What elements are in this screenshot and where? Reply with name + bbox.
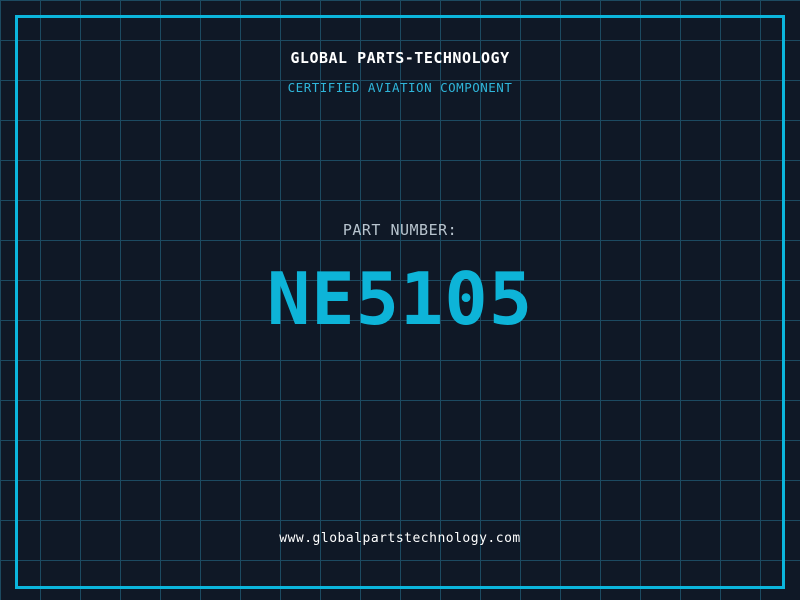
certification-tagline: CERTIFIED AVIATION COMPONENT	[287, 80, 513, 95]
website-url: www.globalpartstechnology.com	[279, 531, 521, 546]
parts-label-screen: GLOBAL PARTS-TECHNOLOGY CERTIFIED AVIATI…	[0, 0, 800, 600]
part-number-value: NE5105	[266, 257, 534, 341]
company-name: GLOBAL PARTS-TECHNOLOGY	[290, 49, 510, 67]
part-number-label: PART NUMBER:	[342, 221, 458, 239]
